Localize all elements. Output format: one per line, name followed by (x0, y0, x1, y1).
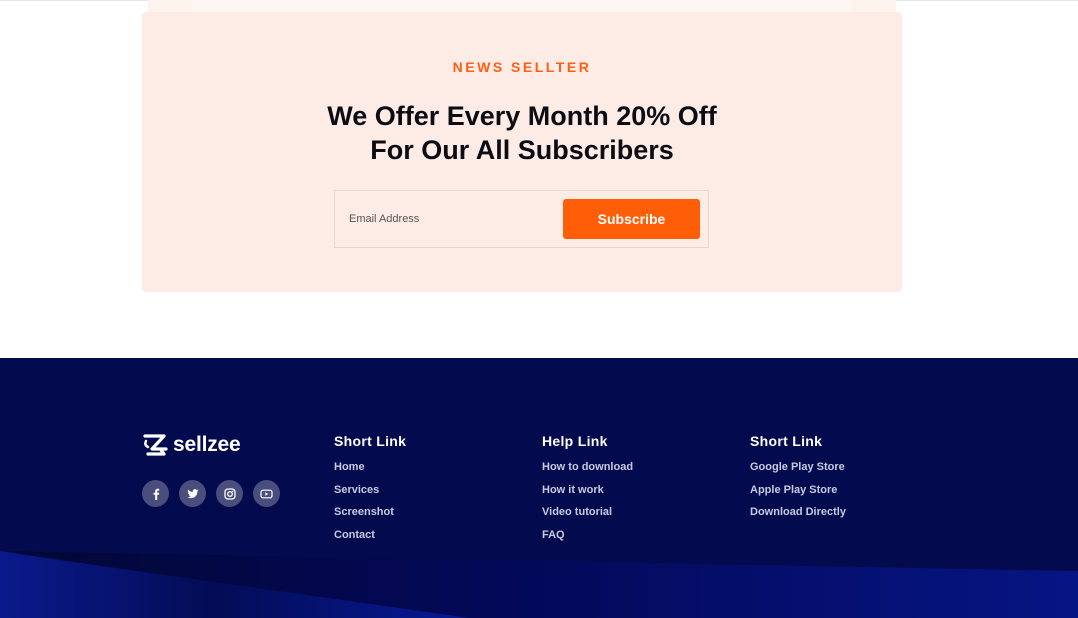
footer-brand[interactable]: sellzee (142, 430, 241, 460)
headline-line-1: We Offer Every Month 20% Off (327, 101, 717, 131)
sellzee-logo-icon (143, 434, 168, 456)
twitter-icon (187, 488, 198, 498)
twitter-link[interactable] (179, 480, 206, 507)
subscribe-button[interactable]: Subscribe (563, 199, 700, 239)
youtube-icon (260, 489, 273, 498)
footer: sellzee Short Link Home Services Screens… (0, 358, 1078, 618)
facebook-icon (153, 488, 159, 500)
footer-link-apple-play-store[interactable]: Apple Play Store (750, 483, 846, 506)
footer-link-download-directly[interactable]: Download Directly (750, 505, 846, 528)
newsletter-eyebrow: NEWS SELLTER (452, 59, 592, 75)
headline-line-2: For Our All Subscribers (370, 135, 674, 165)
footer-link-screenshot[interactable]: Screenshot (334, 505, 406, 528)
newsletter-headline: We Offer Every Month 20% Off For Our All… (142, 99, 902, 167)
footer-column-help-link: Help Link How to download How it work Vi… (542, 432, 633, 550)
facebook-link[interactable] (142, 480, 169, 507)
footer-column-download-link: Short Link Google Play Store Apple Play … (750, 432, 846, 528)
footer-link-faq[interactable]: FAQ (542, 528, 633, 551)
email-input[interactable] (335, 191, 563, 247)
instagram-icon (223, 487, 236, 500)
instagram-link[interactable] (216, 480, 243, 507)
footer-link-video-tutorial[interactable]: Video tutorial (542, 505, 633, 528)
page: NEWS SELLTER We Offer Every Month 20% Of… (0, 0, 1078, 618)
footer-link-google-play-store[interactable]: Google Play Store (750, 460, 846, 483)
footer-link-home[interactable]: Home (334, 460, 406, 483)
brand-name: sellzee (173, 433, 241, 456)
column-title: Short Link (750, 433, 823, 449)
footer-link-contact[interactable]: Contact (334, 528, 406, 551)
youtube-link[interactable] (253, 480, 280, 507)
footer-link-how-to-download[interactable]: How to download (542, 460, 633, 483)
previous-section-inner (192, 0, 852, 12)
column-title: Short Link (334, 433, 407, 449)
subscribe-form: Subscribe (334, 190, 709, 248)
footer-link-how-it-work[interactable]: How it work (542, 483, 633, 506)
footer-column-short-link: Short Link Home Services Screenshot Cont… (334, 432, 406, 550)
footer-link-services[interactable]: Services (334, 483, 406, 506)
column-title: Help Link (542, 433, 608, 449)
social-links (142, 480, 280, 507)
previous-section-edge (148, 0, 896, 12)
newsletter-section: NEWS SELLTER We Offer Every Month 20% Of… (142, 12, 902, 292)
